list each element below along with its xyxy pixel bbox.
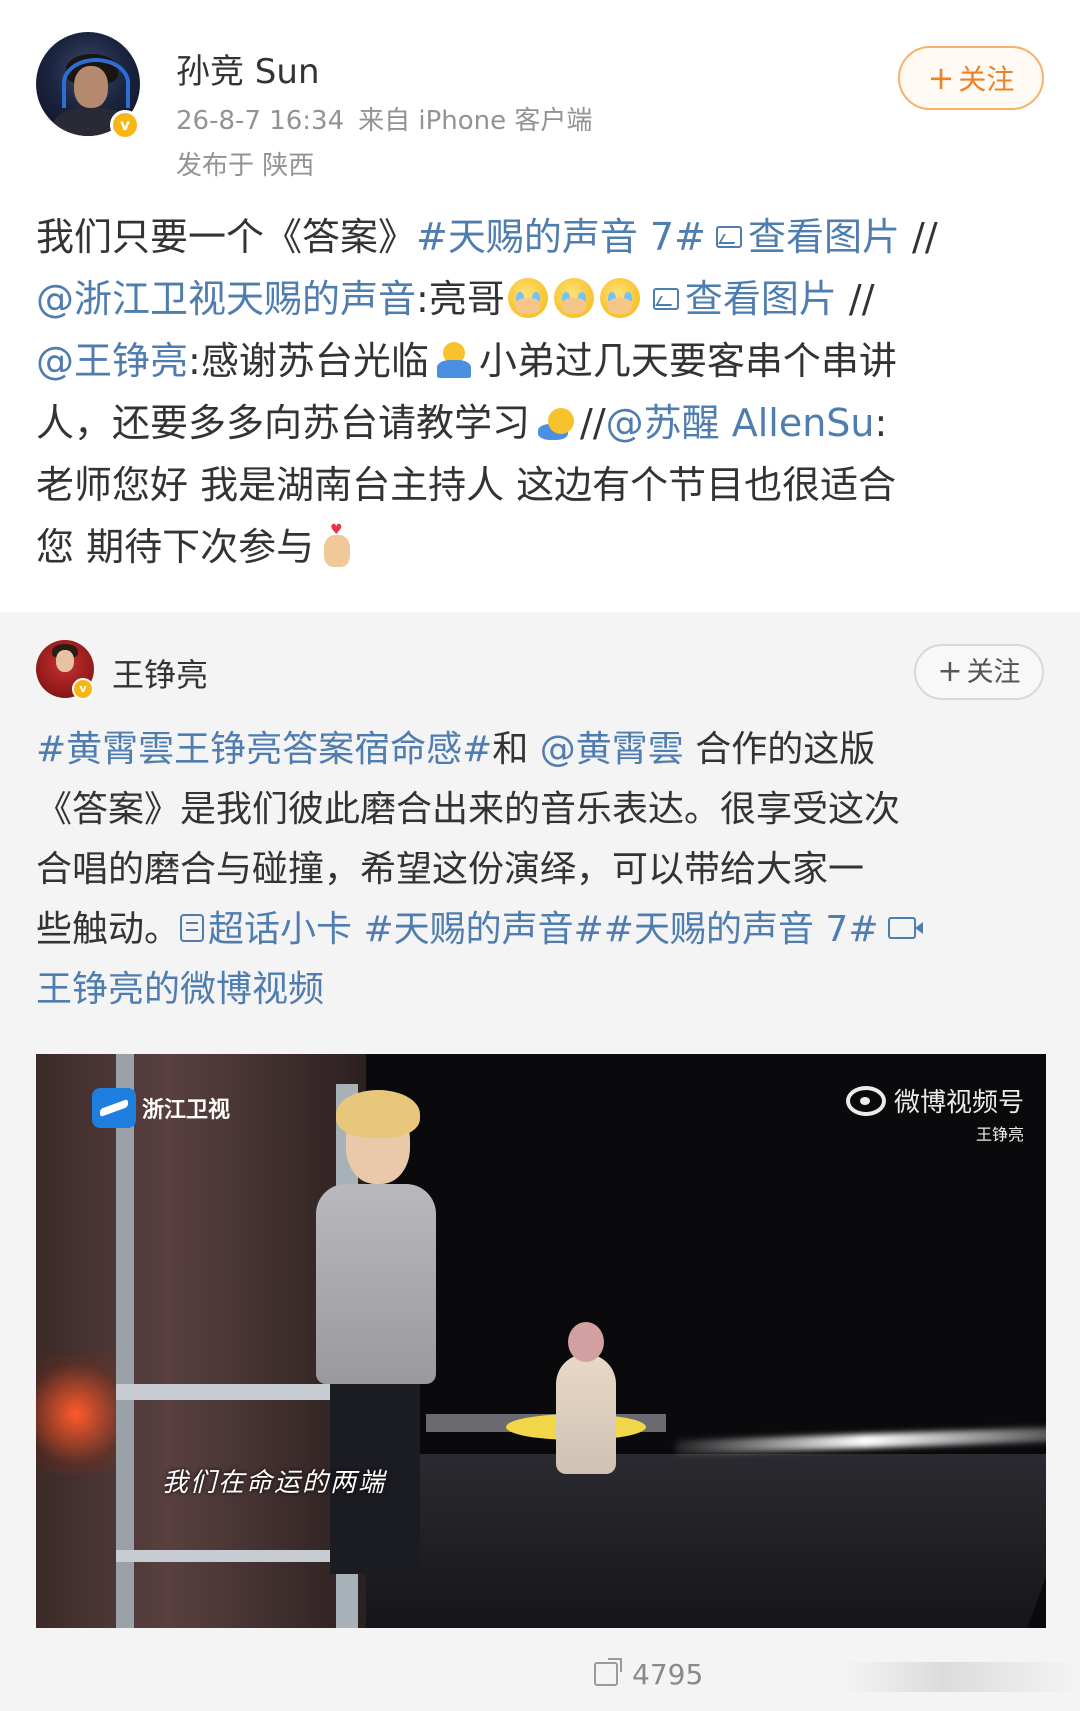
post-line: @王铮亮:感谢苏台光临 小弟过几天要客串个串讲 (36, 330, 1046, 392)
crying-face-icon (507, 277, 548, 318)
singer-figure (556, 1354, 616, 1474)
zhejiang-tv-logo-icon (92, 1088, 136, 1128)
watermark-text: 微博视频号 (893, 1088, 1024, 1118)
follow-label: 关注 (966, 657, 1021, 688)
post-meta: 26-8-7 16:34 来自 iPhone 客户端 (176, 100, 592, 137)
door-frame (116, 1054, 134, 1628)
mention-link[interactable]: @王铮亮 (36, 339, 188, 383)
hug-body (436, 359, 471, 378)
retweet-text: 《答案》是我们彼此磨合出来的音乐表达。很享受这次 (36, 789, 901, 830)
repost-separator: // (836, 277, 875, 321)
post-line: 老师您好 我是湖南台主持人 这边有个节目也很适合 (36, 454, 1046, 516)
weibo-logo-icon (845, 1085, 886, 1116)
post-text: 我们只要一个《答案》 (36, 215, 417, 259)
post-text: :亮哥 (416, 277, 505, 321)
post-line: 人，还要多多向苏台请教学习 //@苏醒 AllenSu: (36, 392, 1046, 454)
video-subtitle: 我们在命运的两端 (162, 1468, 387, 1498)
crying-face-icon (553, 277, 594, 318)
verified-badge-icon: v (110, 110, 140, 140)
video-watermark: 微博视频号 王铮亮 (845, 1082, 1024, 1145)
verified-badge-icon: v (72, 678, 94, 700)
post-text: 小弟过几天要客串个串讲 (478, 339, 897, 383)
video-player[interactable]: 浙江卫视 微博视频号 王铮亮 我们在命运的两端 (36, 1054, 1046, 1628)
hand (324, 534, 351, 567)
post-location: 发布于 陕西 (176, 151, 315, 181)
singer-hair (336, 1090, 420, 1138)
action-bar: 4795 (0, 1654, 1080, 1711)
repost-separator: // (580, 401, 606, 445)
topic-link[interactable]: #黄霄雲王铮亮答案宿命感# (36, 729, 492, 770)
action-bar-fade (740, 1662, 1080, 1692)
topic-link[interactable]: #天赐的声音 7# (416, 215, 706, 259)
post-text: :感谢苏台光临 (188, 339, 429, 383)
stage-light (675, 1427, 1046, 1455)
door-bar (116, 1550, 356, 1562)
post-line: 您 期待下次参与 ♥ (36, 516, 1046, 578)
hug-icon (433, 341, 475, 378)
post-source: 来自 iPhone 客户端 (358, 106, 593, 136)
mention-link[interactable]: @苏醒 AllenSu (606, 401, 875, 445)
mention-link[interactable]: @黄霄雲 (540, 729, 684, 770)
post-line: @浙江卫视天赐的声音:亮哥 查看图片 // (36, 268, 1046, 330)
retweet-text: 些触动。 (36, 909, 181, 950)
retweet-text: 和 (492, 729, 540, 770)
supertopic-icon (180, 914, 205, 942)
channel-name: 浙江卫视 (142, 1098, 231, 1123)
mention-link[interactable]: @浙江卫视天赐的声音 (36, 277, 416, 321)
video-icon (888, 917, 924, 939)
post-text: 您 期待下次参与 (36, 525, 315, 569)
topic-link[interactable]: #天赐的声音##天赐的声音 7# (352, 909, 878, 950)
repost-count[interactable]: 4795 (632, 1658, 703, 1691)
avatar-face (56, 650, 74, 672)
retweet-body: #黄霄雲王铮亮答案宿命感#和 @黄霄雲 合作的这版 《答案》是我们彼此磨合出来的… (36, 720, 1046, 1020)
post-timestamp: 26-8-7 16:34 (176, 106, 345, 136)
singer-figure (316, 1184, 436, 1384)
watermark-sub: 王铮亮 (975, 1125, 1024, 1144)
video-link[interactable]: 王铮亮的微博视频 (36, 969, 324, 1010)
post-username[interactable]: 孙竞 Sun (176, 44, 320, 93)
post-body: 我们只要一个《答案》#天赐的声音 7# 查看图片 // @浙江卫视天赐的声音:亮哥… (36, 206, 1046, 578)
post-text: 老师您好 我是湖南台主持人 这边有个节目也很适合 (36, 463, 897, 507)
crying-face-icon (599, 277, 640, 318)
hand (515, 297, 540, 314)
retweet-line: #黄霄雲王铮亮答案宿命感#和 @黄霄雲 合作的这版 (36, 720, 1046, 780)
retweet-line: 王铮亮的微博视频 (36, 960, 1046, 1020)
hand (607, 297, 632, 314)
view-image-link[interactable]: 查看图片 (748, 215, 900, 259)
channel-logo: 浙江卫视 (92, 1088, 230, 1128)
retweet-text: 合唱的磨合与碰撞，希望这份演绎，可以带给大家一 (36, 849, 865, 890)
retweet-text: 合作的这版 (683, 729, 876, 770)
singer-head (568, 1322, 604, 1362)
follow-button[interactable]: + 关注 (898, 46, 1044, 110)
watermark-row: 微博视频号 (845, 1082, 1024, 1119)
image-icon (652, 287, 679, 310)
finger-heart-icon: ♥ (320, 523, 356, 569)
repost-separator: // (899, 215, 938, 259)
post-line: 我们只要一个《答案》#天赐的声音 7# 查看图片 // (36, 206, 1046, 268)
post-text: 人，还要多多向苏台请教学习 (36, 401, 531, 445)
avatar-face (74, 66, 108, 108)
door-bar (116, 1384, 356, 1400)
weibo-post: v 孙竞 Sun 26-8-7 16:34 来自 iPhone 客户端 发布于 陕… (0, 0, 1080, 612)
plus-icon: + (927, 59, 955, 97)
stage-floor (321, 1454, 1046, 1628)
retweet-line: 合唱的磨合与碰撞，希望这份演绎，可以带给大家一 (36, 840, 1046, 900)
retweet-line: 些触动。 超话小卡 #天赐的声音##天赐的声音 7# (36, 900, 1046, 960)
supertopic-link[interactable]: 超话小卡 (208, 909, 352, 950)
salute-icon (536, 402, 576, 442)
retweeted-post[interactable]: v 王铮亮 + 关注 #黄霄雲王铮亮答案宿命感#和 @黄霄雲 合作的这版 《答案》… (0, 612, 1080, 1711)
view-image-link[interactable]: 查看图片 (685, 277, 837, 321)
repost-icon[interactable] (594, 1658, 622, 1686)
follow-label: 关注 (958, 63, 1015, 96)
retweet-username[interactable]: 王铮亮 (112, 650, 208, 696)
retweet-line: 《答案》是我们彼此磨合出来的音乐表达。很享受这次 (36, 780, 1046, 840)
post-text: : (874, 401, 888, 445)
stage-glow (36, 1354, 116, 1474)
plus-icon: + (937, 654, 963, 689)
follow-button[interactable]: + 关注 (914, 644, 1044, 700)
hand (561, 297, 586, 314)
image-icon (715, 225, 742, 248)
salute-head (548, 407, 575, 434)
